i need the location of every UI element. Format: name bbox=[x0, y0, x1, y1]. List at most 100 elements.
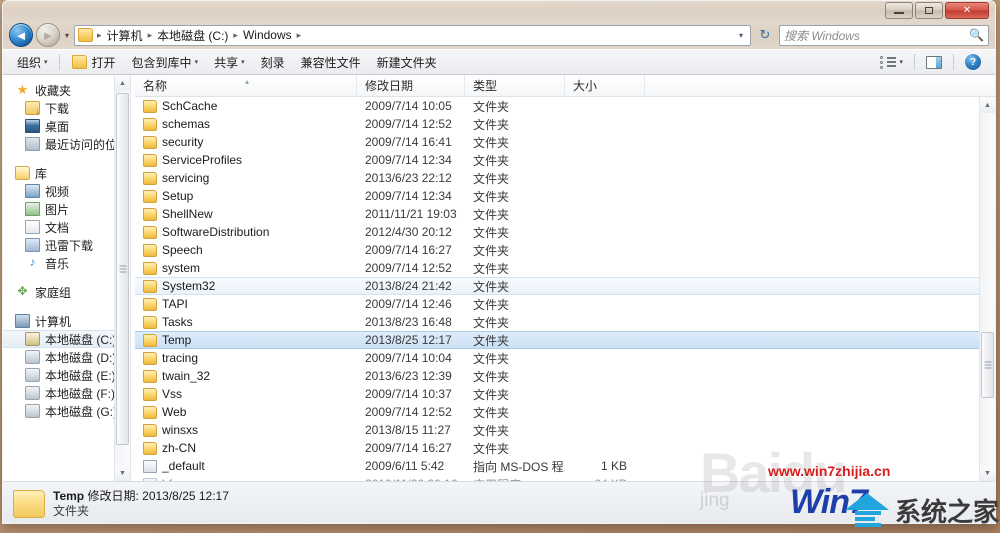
table-row[interactable]: SchCache 2009/7/14 10:05 文件夹 bbox=[135, 97, 995, 115]
scroll-up-icon[interactable]: ▲ bbox=[115, 75, 130, 91]
folder-icon bbox=[143, 153, 157, 167]
table-row[interactable]: Tasks 2013/8/23 16:48 文件夹 bbox=[135, 313, 995, 331]
address-bar[interactable]: ▸ 计算机 ▸ 本地磁盘 (C:) ▸ Windows ▸ ▾ bbox=[74, 24, 751, 46]
library-icon bbox=[15, 166, 30, 180]
file-name: TAPI bbox=[162, 297, 188, 311]
sidebar-label: 本地磁盘 (C:) bbox=[45, 332, 117, 347]
sidebar-item-local-disk-c[interactable]: 本地磁盘 (C:) bbox=[3, 330, 130, 348]
scroll-up-icon[interactable]: ▲ bbox=[980, 97, 995, 113]
window-controls: ✕ bbox=[885, 2, 989, 19]
sidebar-group-computer[interactable]: 计算机 bbox=[3, 312, 130, 330]
cell-date-modified: 2013/8/15 11:27 bbox=[365, 423, 451, 437]
table-row[interactable]: twain_32 2013/6/23 12:39 文件夹 bbox=[135, 367, 995, 385]
sidebar-group-libraries[interactable]: 库 bbox=[3, 164, 130, 182]
folder-icon bbox=[143, 261, 157, 275]
file-name: Temp bbox=[162, 333, 192, 347]
table-row[interactable]: Temp 2013/8/25 12:17 文件夹 bbox=[135, 331, 995, 349]
scroll-down-icon[interactable]: ▼ bbox=[115, 465, 130, 481]
explorer-body: ★ 收藏夹 下载 桌面 最近访问的位置 库 bbox=[3, 75, 995, 481]
column-header-type[interactable]: 类型 bbox=[465, 75, 565, 97]
minimize-button[interactable] bbox=[885, 2, 913, 19]
forward-button[interactable]: ► bbox=[36, 23, 60, 47]
toolbar-compatibility-files[interactable]: 兼容性文件 bbox=[293, 51, 369, 73]
cell-name: ServiceProfiles bbox=[135, 153, 357, 167]
folder-icon bbox=[143, 333, 157, 347]
sidebar-item-documents[interactable]: 文档 bbox=[3, 218, 130, 236]
table-row[interactable]: ShellNew 2011/11/21 19:03 文件夹 bbox=[135, 205, 995, 223]
folder-icon bbox=[143, 369, 157, 383]
sidebar-scrollbar[interactable]: ▲ ▼ bbox=[114, 75, 130, 481]
table-row[interactable]: Setup 2009/7/14 12:34 文件夹 bbox=[135, 187, 995, 205]
toolbar-include-in-library[interactable]: 包含到库中 ▾ bbox=[124, 51, 207, 73]
sidebar-item-desktop[interactable]: 桌面 bbox=[3, 117, 130, 135]
table-row[interactable]: winsxs 2013/8/15 11:27 文件夹 bbox=[135, 421, 995, 439]
table-row[interactable]: servicing 2013/6/23 22:12 文件夹 bbox=[135, 169, 995, 187]
search-input[interactable]: 搜索 Windows bbox=[784, 27, 969, 44]
sidebar-item-videos[interactable]: 视频 bbox=[3, 182, 130, 200]
back-button[interactable]: ◄ bbox=[9, 23, 33, 47]
sidebar-scroll-thumb[interactable] bbox=[116, 93, 129, 445]
sidebar-item-local-disk-d[interactable]: 本地磁盘 (D:) bbox=[3, 348, 130, 366]
breadcrumb-separator-icon[interactable]: ▸ bbox=[296, 30, 303, 41]
sidebar-item-downloads[interactable]: 下载 bbox=[3, 99, 130, 117]
table-row[interactable]: Speech 2009/7/14 16:27 文件夹 bbox=[135, 241, 995, 259]
refresh-button[interactable]: ↻ bbox=[754, 24, 776, 46]
help-button[interactable]: ? bbox=[957, 51, 989, 73]
table-row[interactable]: zh-CN 2009/7/14 16:27 文件夹 bbox=[135, 439, 995, 457]
table-row[interactable]: schemas 2009/7/14 12:52 文件夹 bbox=[135, 115, 995, 133]
toolbar-open[interactable]: 打开 bbox=[63, 51, 124, 73]
sidebar-item-pictures[interactable]: 图片 bbox=[3, 200, 130, 218]
column-headers: 名称 ▴ 修改日期 类型 大小 bbox=[135, 75, 995, 97]
maximize-button[interactable] bbox=[915, 2, 943, 19]
table-row[interactable]: tracing 2009/7/14 10:04 文件夹 bbox=[135, 349, 995, 367]
column-header-date-modified[interactable]: 修改日期 bbox=[357, 75, 465, 97]
cell-name: Setup bbox=[135, 189, 357, 203]
cell-date-modified: 2009/7/14 16:27 bbox=[365, 243, 452, 257]
sidebar-item-local-disk-f[interactable]: 本地磁盘 (F:) bbox=[3, 384, 130, 402]
toolbar-new-folder[interactable]: 新建文件夹 bbox=[369, 51, 445, 73]
cell-date-modified: 2009/7/14 12:46 bbox=[365, 297, 452, 311]
column-header-size[interactable]: 大小 bbox=[565, 75, 645, 97]
sidebar-item-music[interactable]: ♪ 音乐 bbox=[3, 254, 130, 272]
table-row[interactable]: System32 2013/8/24 21:42 文件夹 bbox=[135, 277, 995, 295]
table-row[interactable]: ServiceProfiles 2009/7/14 12:34 文件夹 bbox=[135, 151, 995, 169]
history-dropdown-icon[interactable]: ▾ bbox=[63, 31, 71, 40]
preview-pane-button[interactable] bbox=[918, 51, 950, 73]
table-row[interactable]: _default 2009/6/11 5:42 指向 MS-DOS 程... 1 KB bbox=[135, 457, 995, 475]
sidebar-item-local-disk-e[interactable]: 本地磁盘 (E:) bbox=[3, 366, 130, 384]
change-view-button[interactable]: ▾ bbox=[872, 51, 911, 73]
title-bar[interactable]: ✕ bbox=[3, 1, 995, 21]
breadcrumb-computer[interactable]: 计算机 bbox=[104, 26, 146, 45]
scroll-down-icon[interactable]: ▼ bbox=[980, 465, 995, 481]
sidebar-item-local-disk-g[interactable]: 本地磁盘 (G:) bbox=[3, 402, 130, 420]
close-button[interactable]: ✕ bbox=[945, 2, 989, 19]
sidebar-group-homegroup[interactable]: ✥ 家庭组 bbox=[3, 283, 130, 301]
toolbar-share[interactable]: 共享 ▾ bbox=[206, 51, 253, 73]
sidebar-item-recent-places[interactable]: 最近访问的位置 bbox=[3, 135, 130, 153]
toolbar-organize[interactable]: 组织 ▾ bbox=[9, 51, 56, 73]
breadcrumb-windows[interactable]: Windows bbox=[240, 27, 295, 43]
table-row[interactable]: Web 2009/7/14 12:52 文件夹 bbox=[135, 403, 995, 421]
sidebar-group-favorites[interactable]: ★ 收藏夹 bbox=[3, 81, 130, 99]
table-row[interactable]: security 2009/7/14 16:41 文件夹 bbox=[135, 133, 995, 151]
table-row[interactable]: system 2009/7/14 12:52 文件夹 bbox=[135, 259, 995, 277]
breadcrumb-local-disk-c[interactable]: 本地磁盘 (C:) bbox=[154, 26, 231, 45]
search-box[interactable]: 搜索 Windows 🔍 bbox=[779, 24, 989, 46]
toolbar-burn[interactable]: 刻录 bbox=[253, 51, 293, 73]
column-header-name[interactable]: 名称 ▴ bbox=[135, 75, 357, 97]
cell-date-modified: 2013/6/23 12:39 bbox=[365, 369, 452, 383]
folder-icon bbox=[143, 171, 157, 185]
file-list-scrollbar[interactable]: ▲ ▼ bbox=[979, 97, 995, 481]
sidebar-item-thunder-download[interactable]: 迅雷下载 bbox=[3, 236, 130, 254]
cell-date-modified: 2009/7/14 12:34 bbox=[365, 153, 452, 167]
table-row[interactable]: TAPI 2009/7/14 12:46 文件夹 bbox=[135, 295, 995, 313]
table-row[interactable]: SoftwareDistribution 2012/4/30 20:12 文件夹 bbox=[135, 223, 995, 241]
cell-name: servicing bbox=[135, 171, 357, 185]
table-row[interactable]: bfsvc.exe 2010/11/20 20:16应用程序64 KB bbox=[135, 475, 995, 481]
address-dropdown-icon[interactable]: ▾ bbox=[734, 31, 748, 40]
breadcrumb-separator-icon: ▸ bbox=[147, 29, 153, 40]
drive-c-icon bbox=[25, 332, 40, 346]
table-row[interactable]: Vss 2009/7/14 10:37 文件夹 bbox=[135, 385, 995, 403]
file-list-scroll-thumb[interactable] bbox=[981, 332, 994, 398]
folder-icon bbox=[143, 225, 157, 239]
